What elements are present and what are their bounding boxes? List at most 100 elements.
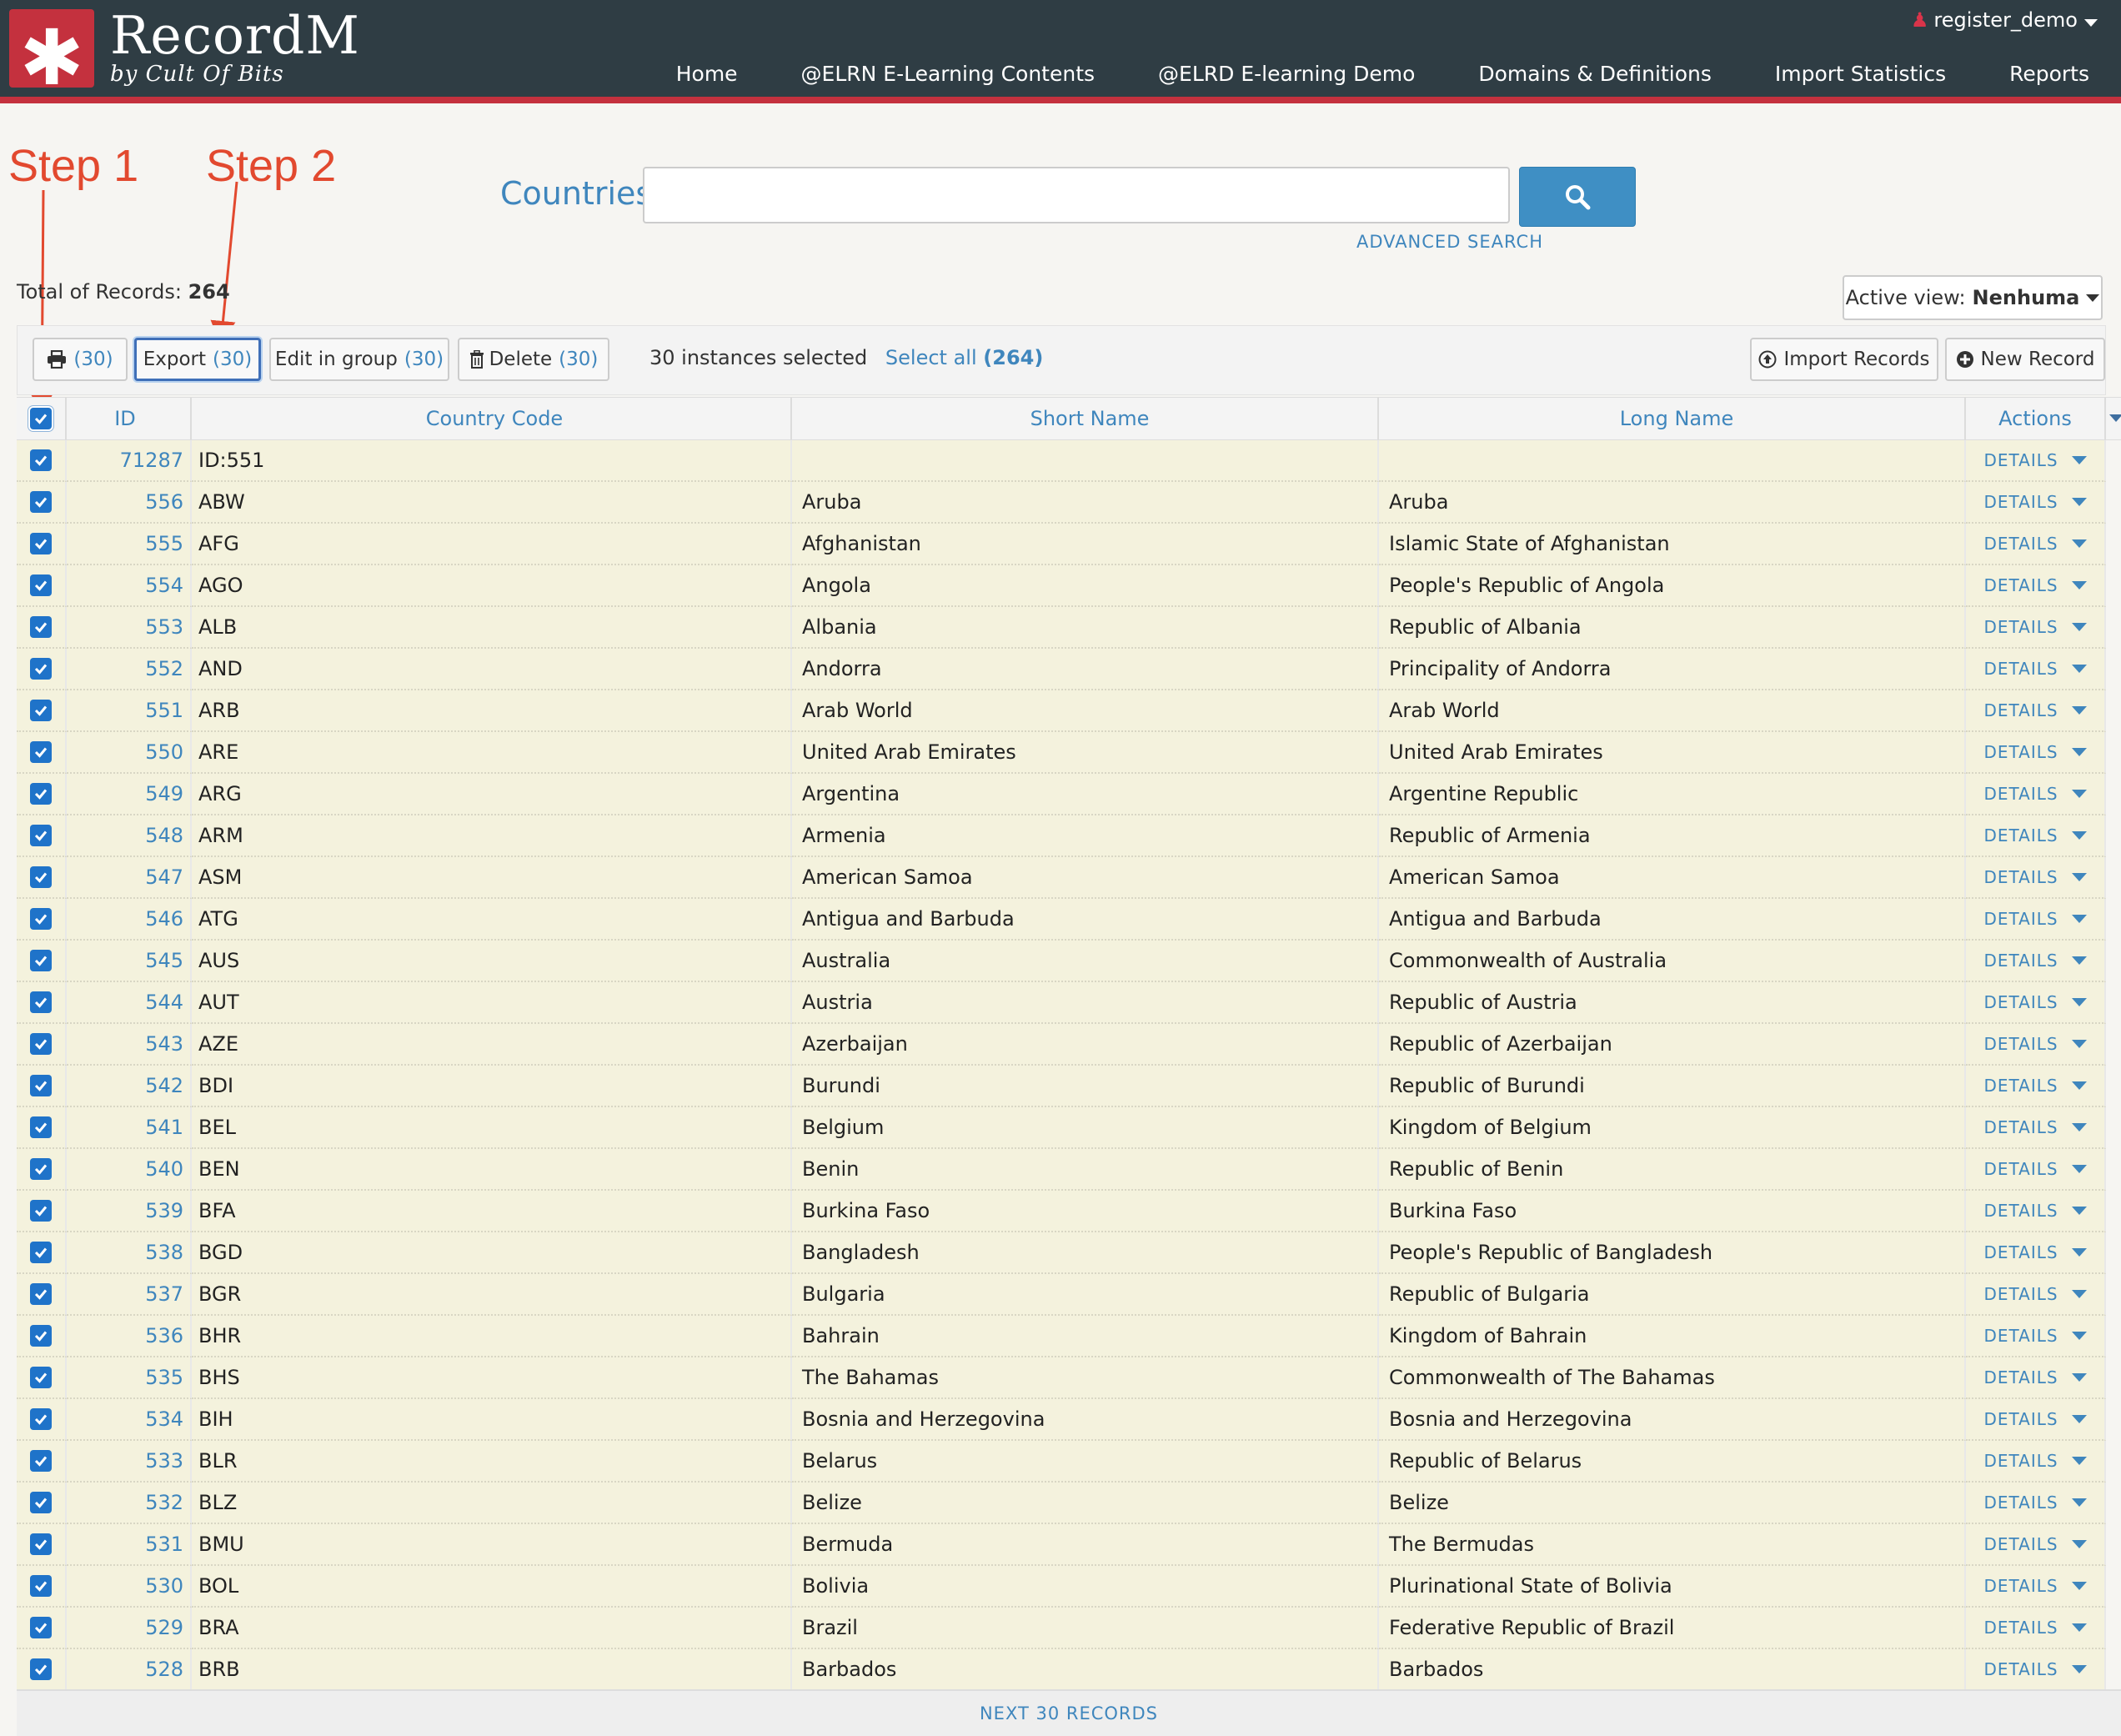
row-details-button[interactable]: DETAILS (1966, 649, 2106, 690)
row-select-cell[interactable] (17, 1066, 67, 1107)
row-id-link[interactable]: 534 (67, 1399, 192, 1441)
row-id-link[interactable]: 547 (67, 857, 192, 899)
row-id-link[interactable]: 550 (67, 732, 192, 774)
row-details-button[interactable]: DETAILS (1966, 1149, 2106, 1191)
row-select-cell[interactable] (17, 440, 67, 482)
row-id-link[interactable]: 542 (67, 1066, 192, 1107)
header-select-all[interactable] (17, 398, 67, 439)
edit-in-group-button[interactable]: Edit in group (30) (269, 338, 449, 381)
row-select-cell[interactable] (17, 1441, 67, 1483)
row-details-button[interactable]: DETAILS (1966, 524, 2106, 565)
row-select-cell[interactable] (17, 899, 67, 941)
row-details-button[interactable]: DETAILS (1966, 857, 2106, 899)
row-checkbox[interactable] (30, 1200, 52, 1222)
row-details-button[interactable]: DETAILS (1966, 565, 2106, 607)
row-checkbox[interactable] (30, 1492, 52, 1513)
row-select-cell[interactable] (17, 774, 67, 815)
row-id-link[interactable]: 553 (67, 607, 192, 649)
row-checkbox[interactable] (30, 991, 52, 1013)
row-id-link[interactable]: 555 (67, 524, 192, 565)
row-checkbox[interactable] (30, 825, 52, 846)
row-details-button[interactable]: DETAILS (1966, 440, 2106, 482)
row-checkbox[interactable] (30, 533, 52, 554)
row-details-button[interactable]: DETAILS (1966, 690, 2106, 732)
row-checkbox[interactable] (30, 1408, 52, 1430)
row-checkbox[interactable] (30, 1283, 52, 1305)
row-select-cell[interactable] (17, 690, 67, 732)
row-id-link[interactable]: 538 (67, 1232, 192, 1274)
row-details-button[interactable]: DETAILS (1966, 1191, 2106, 1232)
row-id-link[interactable]: 554 (67, 565, 192, 607)
row-details-button[interactable]: DETAILS (1966, 1649, 2106, 1691)
column-header-short-name[interactable]: Short Name (792, 398, 1379, 439)
row-id-link[interactable]: 531 (67, 1524, 192, 1566)
row-select-cell[interactable] (17, 1608, 67, 1649)
row-select-cell[interactable] (17, 1107, 67, 1149)
search-button[interactable] (1519, 167, 1636, 227)
row-select-cell[interactable] (17, 1524, 67, 1566)
row-details-button[interactable]: DETAILS (1966, 1274, 2106, 1316)
row-details-button[interactable]: DETAILS (1966, 899, 2106, 941)
row-details-button[interactable]: DETAILS (1966, 941, 2106, 982)
nav-home[interactable]: Home (676, 62, 738, 86)
nav-elrn-contents[interactable]: @ELRN E-Learning Contents (801, 62, 1096, 86)
row-details-button[interactable]: DETAILS (1966, 607, 2106, 649)
row-details-button[interactable]: DETAILS (1966, 1107, 2106, 1149)
row-id-link[interactable]: 541 (67, 1107, 192, 1149)
row-checkbox[interactable] (30, 866, 52, 888)
row-select-cell[interactable] (17, 1274, 67, 1316)
row-details-button[interactable]: DETAILS (1966, 1399, 2106, 1441)
row-select-cell[interactable] (17, 607, 67, 649)
row-id-link[interactable]: 71287 (67, 440, 192, 482)
row-id-link[interactable]: 536 (67, 1316, 192, 1357)
row-details-button[interactable]: DETAILS (1966, 982, 2106, 1024)
column-header-long-name[interactable]: Long Name (1379, 398, 1966, 439)
user-menu[interactable]: ♟ register_demo (1911, 8, 2098, 32)
row-select-cell[interactable] (17, 1149, 67, 1191)
row-checkbox[interactable] (30, 783, 52, 805)
export-button[interactable]: Export (30) (134, 338, 261, 381)
active-view-dropdown[interactable]: Active view: Nenhuma (1843, 275, 2103, 320)
row-select-cell[interactable] (17, 857, 67, 899)
nav-import-statistics[interactable]: Import Statistics (1775, 62, 1946, 86)
row-details-button[interactable]: DETAILS (1966, 1232, 2106, 1274)
row-select-cell[interactable] (17, 941, 67, 982)
row-id-link[interactable]: 543 (67, 1024, 192, 1066)
chevron-down-icon[interactable] (2109, 414, 2121, 422)
row-select-cell[interactable] (17, 1357, 67, 1399)
row-checkbox[interactable] (30, 616, 52, 638)
row-details-button[interactable]: DETAILS (1966, 1483, 2106, 1524)
row-checkbox[interactable] (30, 950, 52, 971)
row-id-link[interactable]: 529 (67, 1608, 192, 1649)
row-select-cell[interactable] (17, 524, 67, 565)
search-input[interactable] (643, 167, 1510, 223)
nav-reports[interactable]: Reports (2009, 62, 2089, 86)
select-all-link[interactable]: Select all (264) (885, 346, 1043, 369)
row-checkbox[interactable] (30, 1450, 52, 1472)
row-checkbox[interactable] (30, 1242, 52, 1263)
row-id-link[interactable]: 556 (67, 482, 192, 524)
row-checkbox[interactable] (30, 1617, 52, 1638)
print-button[interactable]: (30) (33, 338, 128, 381)
row-select-cell[interactable] (17, 1232, 67, 1274)
row-checkbox[interactable] (30, 1367, 52, 1388)
row-select-cell[interactable] (17, 1483, 67, 1524)
column-header-country-code[interactable]: Country Code (192, 398, 792, 439)
row-details-button[interactable]: DETAILS (1966, 1524, 2106, 1566)
import-records-button[interactable]: Import Records (1750, 338, 1938, 381)
row-checkbox[interactable] (30, 1075, 52, 1096)
row-id-link[interactable]: 544 (67, 982, 192, 1024)
row-id-link[interactable]: 545 (67, 941, 192, 982)
logo-asterisk-icon[interactable]: ✱ (9, 9, 94, 103)
row-details-button[interactable]: DETAILS (1966, 1566, 2106, 1608)
next-records-link[interactable]: NEXT 30 RECORDS (17, 1689, 2121, 1736)
row-checkbox[interactable] (30, 908, 52, 930)
row-select-cell[interactable] (17, 982, 67, 1024)
delete-button[interactable]: Delete (30) (458, 338, 609, 381)
row-checkbox[interactable] (30, 574, 52, 596)
row-select-cell[interactable] (17, 1024, 67, 1066)
row-checkbox[interactable] (30, 491, 52, 513)
column-header-id[interactable]: ID (67, 398, 192, 439)
row-select-cell[interactable] (17, 732, 67, 774)
nav-domains-definitions[interactable]: Domains & Definitions (1478, 62, 1712, 86)
